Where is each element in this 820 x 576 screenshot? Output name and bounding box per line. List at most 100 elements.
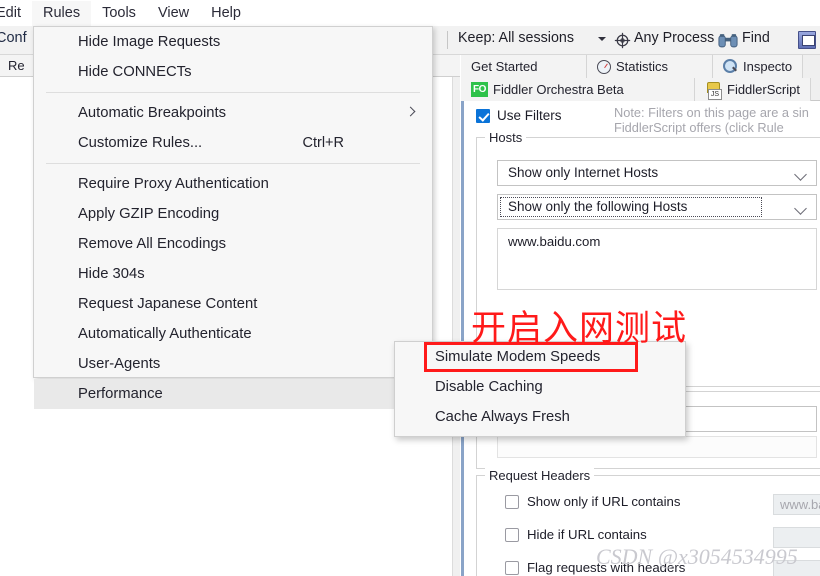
annotation-chinese-note: 开启入网测试 [471, 309, 688, 349]
filters-note-line-2: FiddlerScript offers (click Rule [614, 120, 784, 135]
menu-item-label: Request Japanese Content [78, 296, 258, 312]
client-process-secondary-row[interactable] [497, 436, 817, 458]
hide-url-contains-row[interactable]: Hide if URL contains [505, 527, 647, 542]
menu-item-user-agents[interactable]: User-Agents [34, 349, 432, 379]
tab-get-started[interactable]: Get Started [461, 55, 587, 78]
tab-label: Fiddler Orchestra Beta [493, 82, 624, 97]
menu-separator [46, 92, 420, 93]
menubar-item-tools[interactable]: Tools [91, 1, 147, 26]
menu-item-cache-always-fresh[interactable]: Cache Always Fresh [395, 402, 685, 432]
performance-submenu: Simulate Modem Speeds Disable Caching Ca… [394, 341, 686, 437]
menu-item-disable-caching[interactable]: Disable Caching [395, 372, 685, 402]
menubar-item-rules[interactable]: Rules [32, 0, 92, 26]
menu-item-label: Performance [78, 386, 163, 402]
menu-separator [46, 163, 420, 164]
tab-inspectors[interactable]: Inspecto [713, 55, 804, 78]
chevron-down-icon[interactable] [794, 202, 807, 215]
menu-item-label: Automatic Breakpoints [78, 105, 227, 121]
use-filters-checkbox[interactable] [476, 109, 490, 123]
menu-item-performance[interactable]: Performance [34, 379, 432, 409]
filters-note: Note: Filters on this page are a sin Fid… [614, 105, 820, 135]
chevron-right-icon [405, 106, 416, 117]
session-list-scrollbar[interactable] [452, 77, 460, 576]
hide-url-contains-checkbox[interactable] [505, 527, 519, 542]
menu-item-label: Hide 304s [78, 266, 145, 282]
menu-item-apply-gzip-encoding[interactable]: Apply GZIP Encoding [34, 199, 432, 229]
show-only-url-contains-input[interactable]: www.baidu.com [773, 494, 820, 515]
request-headers-group-title: Request Headers [485, 468, 595, 483]
show-only-url-contains-label: Show only if URL contains [527, 494, 681, 509]
menu-item-label: Disable Caching [435, 379, 543, 395]
fiddlerscript-icon [705, 81, 722, 100]
toolbar-divider-2 [447, 31, 448, 49]
show-only-url-contains-row[interactable]: Show only if URL contains [505, 494, 680, 509]
menu-item-label: Require Proxy Authentication [78, 176, 269, 192]
tab-strip: Get Started Statistics Inspecto FO Fiddl… [461, 55, 820, 101]
binoculars-icon[interactable] [718, 33, 738, 48]
host-zone-value: Show only Internet Hosts [508, 165, 659, 180]
use-filters-row[interactable]: Use Filters [476, 109, 562, 123]
menu-item-customize-rules[interactable]: Customize Rules... Ctrl+R [34, 128, 432, 158]
host-filter-mode-combo[interactable]: Show only the following Hosts [497, 194, 817, 220]
filters-note-line-1: Note: Filters on this page are a sin [614, 105, 809, 120]
menubar-item-help[interactable]: Help [200, 1, 252, 26]
menu-bar: Edit Rules Tools View Help [0, 0, 820, 26]
flag-requests-with-headers-checkbox[interactable] [505, 560, 519, 575]
menu-item-label: Cache Always Fresh [435, 409, 570, 425]
show-only-url-contains-checkbox[interactable] [505, 494, 519, 509]
menu-item-label: Remove All Encodings [78, 236, 227, 252]
menu-item-label: User-Agents [78, 356, 161, 372]
menu-item-label: Simulate Modem Speeds [435, 349, 601, 365]
host-zone-combo[interactable]: Show only Internet Hosts [497, 160, 817, 186]
menubar-item-view[interactable]: View [147, 1, 200, 26]
menu-item-label: Customize Rules... [78, 135, 203, 151]
toolbar-config-fragment[interactable]: Conf [0, 30, 27, 46]
tab-fiddlerscript[interactable]: FiddlerScript [695, 78, 811, 101]
menu-item-automatically-authenticate[interactable]: Automatically Authenticate [34, 319, 432, 349]
menu-item-label: Apply GZIP Encoding [78, 206, 220, 222]
hosts-group-title: Hosts [485, 130, 527, 145]
fo-badge-icon: FO [471, 82, 488, 97]
menu-item-label: Automatically Authenticate [78, 326, 252, 342]
find-button[interactable]: Find [742, 30, 770, 46]
menu-item-automatic-breakpoints[interactable]: Automatic Breakpoints [34, 98, 432, 128]
menubar-item-edit[interactable]: Edit [0, 1, 32, 26]
host-list-input[interactable]: www.baidu.com [497, 228, 817, 290]
target-icon[interactable] [614, 32, 631, 49]
clock-icon [597, 59, 611, 74]
tab-label: Statistics [616, 59, 669, 74]
menu-item-hide-image-requests[interactable]: Hide Image Requests [34, 27, 432, 57]
any-process-button[interactable]: Any Process [634, 30, 714, 46]
menu-item-accelerator: Ctrl+R [302, 135, 345, 151]
hide-url-contains-label: Hide if URL contains [527, 527, 647, 542]
request-headers-group: Request Headers Show only if URL contain… [476, 468, 820, 576]
hide-url-contains-input[interactable] [773, 527, 820, 548]
tab-label: Inspecto [743, 59, 793, 74]
focus-outline [500, 197, 762, 217]
tab-label: FiddlerScript [727, 82, 800, 97]
chevron-down-icon[interactable] [598, 37, 606, 41]
tab-statistics[interactable]: Statistics [587, 55, 713, 78]
tab-row-2: FO Fiddler Orchestra Beta FiddlerScript [461, 78, 820, 101]
show-only-url-contains-value: www.baidu.com [780, 497, 820, 512]
tab-fiddler-orchestra[interactable]: FO Fiddler Orchestra Beta [461, 78, 695, 101]
host-list-value: www.baidu.com [508, 234, 601, 249]
flag-requests-with-headers-label: Flag requests with headers [527, 560, 686, 575]
menu-item-remove-all-encodings[interactable]: Remove All Encodings [34, 229, 432, 259]
keep-sessions-dropdown[interactable]: Keep: All sessions [458, 30, 574, 46]
tab-label: Get Started [471, 59, 538, 74]
menu-item-hide-connects[interactable]: Hide CONNECTs [34, 57, 432, 87]
flag-requests-with-headers-input[interactable] [773, 560, 820, 576]
menu-item-hide-304s[interactable]: Hide 304s [34, 259, 432, 289]
use-filters-label: Use Filters [497, 108, 562, 123]
rules-dropdown-menu: Hide Image Requests Hide CONNECTs Automa… [33, 26, 433, 409]
fiddler-window: Edit Rules Tools View Help Conf code Kee… [0, 0, 820, 576]
menu-item-label: Hide CONNECTs [78, 64, 192, 80]
flag-requests-with-headers-row[interactable]: Flag requests with headers [505, 560, 685, 575]
menu-item-require-proxy-authentication[interactable]: Require Proxy Authentication [34, 169, 432, 199]
save-icon[interactable] [798, 31, 816, 49]
menu-item-request-japanese-content[interactable]: Request Japanese Content [34, 289, 432, 319]
menu-item-label: Hide Image Requests [78, 34, 221, 50]
chevron-down-icon[interactable] [794, 168, 807, 181]
tab-row-1: Get Started Statistics Inspecto [461, 55, 820, 78]
